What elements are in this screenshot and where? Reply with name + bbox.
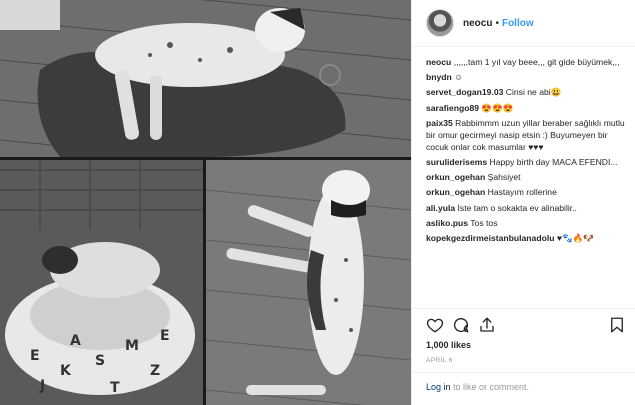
comment-username[interactable]: servet_dogan19.03 <box>426 87 503 97</box>
comment-username[interactable]: bnydn <box>426 72 452 82</box>
svg-text:T: T <box>110 380 120 396</box>
comment-text: ,,,,,,tam 1 yıl vay beee,,, git gide büy… <box>453 57 620 67</box>
comment-text: Happy birth day MACA EFENDI... <box>489 156 618 167</box>
svg-text:Z: Z <box>150 363 160 379</box>
svg-text:E: E <box>160 328 170 344</box>
photo-bottom-right-dog-lying-on-floor <box>206 160 411 405</box>
comment-text: 😍😍😍 <box>481 102 514 113</box>
comment-item: sarafiengo89 😍😍😍 <box>426 102 626 114</box>
post-date[interactable]: APRIL 6 <box>426 357 453 364</box>
comment-item: servet_dogan19.03 Cinsi ne abi😃 <box>426 86 626 98</box>
login-link[interactable]: Log in <box>426 382 451 392</box>
share-icon[interactable] <box>478 316 496 334</box>
divider <box>412 308 635 309</box>
photo-bottom-left-dog-on-letter-cushion: E K S MZ J T A E <box>0 160 203 405</box>
svg-text:J: J <box>39 378 45 394</box>
header-separator: • <box>495 17 499 29</box>
comment-item: ali.yula İste tam o sokakta ev alinabili… <box>426 202 626 214</box>
svg-text:S: S <box>95 353 105 369</box>
comment-text: Cinsi ne abi😃 <box>505 87 562 98</box>
login-prompt-text: to like or comment. <box>450 382 530 392</box>
bookmark-icon[interactable] <box>608 316 626 334</box>
svg-text:E: E <box>30 348 40 364</box>
comments-list: neocu ,,,,,,tam 1 yıl vay beee,,, git gi… <box>426 56 626 247</box>
comment-item: bnydn ☺ <box>426 71 626 83</box>
comment-username[interactable]: kopekgezdirmeistanbulanadolu <box>426 233 554 243</box>
comment-username[interactable]: sarafiengo89 <box>426 103 479 113</box>
comment-item: orkun_ogehan Hastayım rollerine <box>426 186 626 198</box>
comment-username[interactable]: paix35 <box>426 118 453 128</box>
comment-text: Tos tos <box>470 217 498 228</box>
svg-text:M: M <box>125 338 139 354</box>
comment-text: Rabbimmm uzun yillar beraber sağlıklı mu… <box>426 117 625 152</box>
comment-username[interactable]: orkun_ogehan <box>426 172 485 182</box>
comment-item: orkun_ogehan Şahsiyet <box>426 171 626 183</box>
comment-username[interactable]: suruliderisems <box>426 157 487 167</box>
comment-item: suruliderisems Happy birth day MACA EFEN… <box>426 156 626 168</box>
comment-username[interactable]: ali.yula <box>426 203 455 213</box>
action-bar <box>426 316 626 336</box>
likes-count[interactable]: 1,000 likes <box>426 340 471 350</box>
post-side-panel: neocu • Follow neocu ,,,,,,tam 1 yıl vay… <box>411 0 635 405</box>
comment-item: paix35 Rabbimmm uzun yillar beraber sağl… <box>426 117 626 153</box>
comment-text: ☺ <box>454 72 463 83</box>
comment-username[interactable]: asliko.pus <box>426 218 468 228</box>
comment-username[interactable]: orkun_ogehan <box>426 187 485 197</box>
follow-button[interactable]: Follow <box>502 18 534 29</box>
heart-icon[interactable] <box>426 316 444 334</box>
svg-text:K: K <box>60 363 72 379</box>
avatar[interactable] <box>426 9 454 37</box>
comment-text: Şahsiyet <box>487 172 521 183</box>
login-prompt: Log in to like or comment. <box>426 382 529 392</box>
svg-text:A: A <box>70 333 81 349</box>
comment-username[interactable]: neocu <box>426 57 451 67</box>
comment-item: neocu ,,,,,,tam 1 yıl vay beee,,, git gi… <box>426 56 626 68</box>
post-header: neocu • Follow <box>412 0 635 47</box>
comment-text: İste tam o sokakta ev alinabilir.. <box>457 202 577 213</box>
comment-text: Hastayım rollerine <box>487 187 557 198</box>
divider <box>412 372 635 373</box>
comment-item: asliko.pus Tos tos <box>426 217 626 229</box>
comment-item: kopekgezdirmeistanbulanadolu ♥🐾🔥🐶 <box>426 232 626 244</box>
comment-icon[interactable] <box>452 316 470 334</box>
post-photo-collage[interactable]: E K S MZ J T A E <box>0 0 411 405</box>
comment-text: ♥🐾🔥🐶 <box>556 232 595 243</box>
author-username[interactable]: neocu <box>463 18 492 29</box>
photo-top-dog-sleeping-on-blanket <box>0 0 411 157</box>
